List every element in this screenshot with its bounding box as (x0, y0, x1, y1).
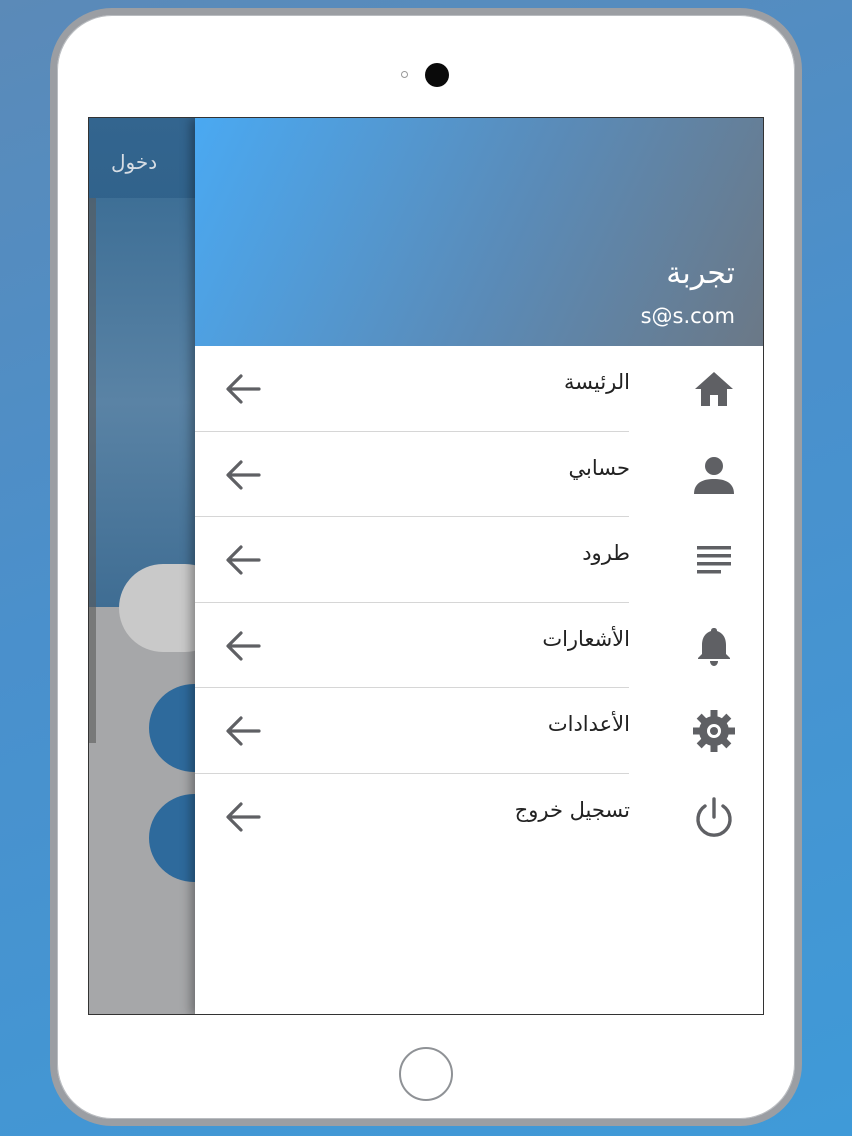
menu-item-label: حسابي (568, 455, 630, 480)
menu-item-home[interactable]: الرئيسة (195, 346, 763, 432)
arrow-left-icon (226, 374, 261, 404)
sensor-dot (401, 71, 408, 78)
arrow-left-icon (226, 801, 261, 832)
user-email: s@s.com (640, 304, 735, 328)
menu-item-label: طرود (582, 541, 630, 565)
background-login-label: دخول (111, 150, 158, 174)
list-icon (697, 546, 731, 574)
menu-item-notifications[interactable]: الأشعارات (195, 603, 763, 688)
menu-item-label: تسجيل خروج (514, 797, 630, 822)
menu-item-label: الرئيسة (564, 370, 630, 394)
arrow-left-icon (226, 545, 261, 575)
gear-icon (693, 710, 735, 752)
menu-item-label: الأشعارات (542, 626, 630, 651)
arrow-left-icon (226, 716, 261, 746)
navigation-drawer: تجربة s@s.com الرئيسة حسابي طرود الأشعار… (195, 118, 763, 1014)
home-button[interactable] (399, 1047, 453, 1101)
arrow-left-icon (226, 630, 261, 661)
menu-item-parcels[interactable]: طرود (195, 517, 763, 603)
menu-item-label: الأعدادات (547, 712, 630, 736)
bell-icon (698, 627, 730, 666)
menu-item-account[interactable]: حسابي (195, 432, 763, 517)
background-app: دخول (89, 118, 239, 1014)
background-edge (89, 198, 96, 743)
power-icon (696, 796, 732, 837)
drawer-header: تجربة s@s.com (195, 118, 763, 346)
camera (425, 63, 449, 87)
menu-item-logout[interactable]: تسجيل خروج (195, 774, 763, 860)
screen: دخول تجربة s@s.com الرئيسة حسابي طرود ال… (88, 117, 764, 1015)
arrow-left-icon (226, 459, 261, 490)
user-name: تجربة (666, 256, 735, 291)
background-image (89, 198, 195, 607)
person-icon (694, 456, 734, 494)
menu-item-settings[interactable]: الأعدادات (195, 688, 763, 774)
drawer-menu: الرئيسة حسابي طرود الأشعارات الأعدادات ت… (195, 346, 763, 860)
home-icon (695, 372, 733, 406)
